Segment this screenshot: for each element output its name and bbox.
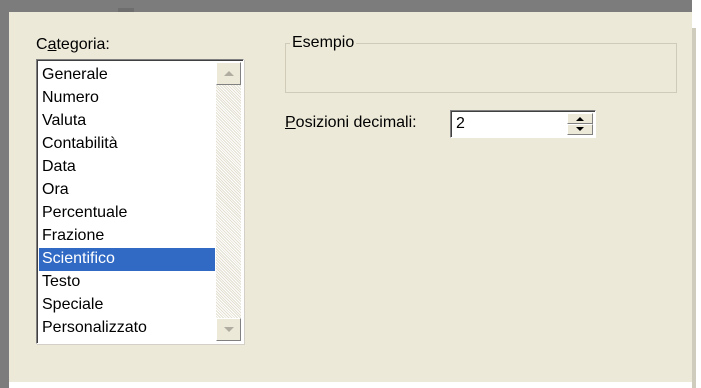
window-frame-right [692,28,696,388]
category-item-frazione[interactable]: Frazione [39,225,215,248]
triangle-up-icon [576,117,584,121]
category-item-ora[interactable]: Ora [39,179,215,202]
triangle-down-icon [576,127,584,131]
window-frame-top [0,0,692,12]
spin-down-button[interactable] [567,124,593,135]
category-item-valuta[interactable]: Valuta [39,110,215,133]
category-label: Categoria: [36,36,110,53]
triangle-down-icon [224,327,234,332]
category-item-speciale[interactable]: Speciale [39,294,215,317]
spin-up-button[interactable] [567,113,593,124]
category-item-numero[interactable]: Numero [39,87,215,110]
category-item-contabilita[interactable]: Contabilità [39,133,215,156]
window-frame-left [0,0,9,388]
category-item-scientifico[interactable]: Scientifico [39,248,215,271]
category-item-testo[interactable]: Testo [39,271,215,294]
category-item-percentuale[interactable]: Percentuale [39,202,215,225]
example-legend: Esempio [290,34,357,52]
category-items: Generale Numero Valuta Contabilità Data … [39,64,215,340]
category-item-generale[interactable]: Generale [39,64,215,87]
scroll-down-button[interactable] [216,318,241,341]
category-item-data[interactable]: Data [39,156,215,179]
decimal-places-spinner[interactable] [567,113,593,135]
decimal-places-value[interactable]: 2 [456,115,465,133]
category-scrollbar[interactable] [216,62,241,341]
triangle-up-icon [224,71,234,76]
category-listbox[interactable]: Generale Numero Valuta Contabilità Data … [36,59,244,344]
decimal-places-label: Posizioni decimali: [285,114,417,131]
decimal-places-spinbox[interactable]: 2 [450,110,596,138]
scroll-up-button[interactable] [216,62,241,85]
format-cells-number-tab: Categoria: Generale Numero Valuta Contab… [0,0,701,388]
category-item-personalizzato[interactable]: Personalizzato [39,317,215,340]
